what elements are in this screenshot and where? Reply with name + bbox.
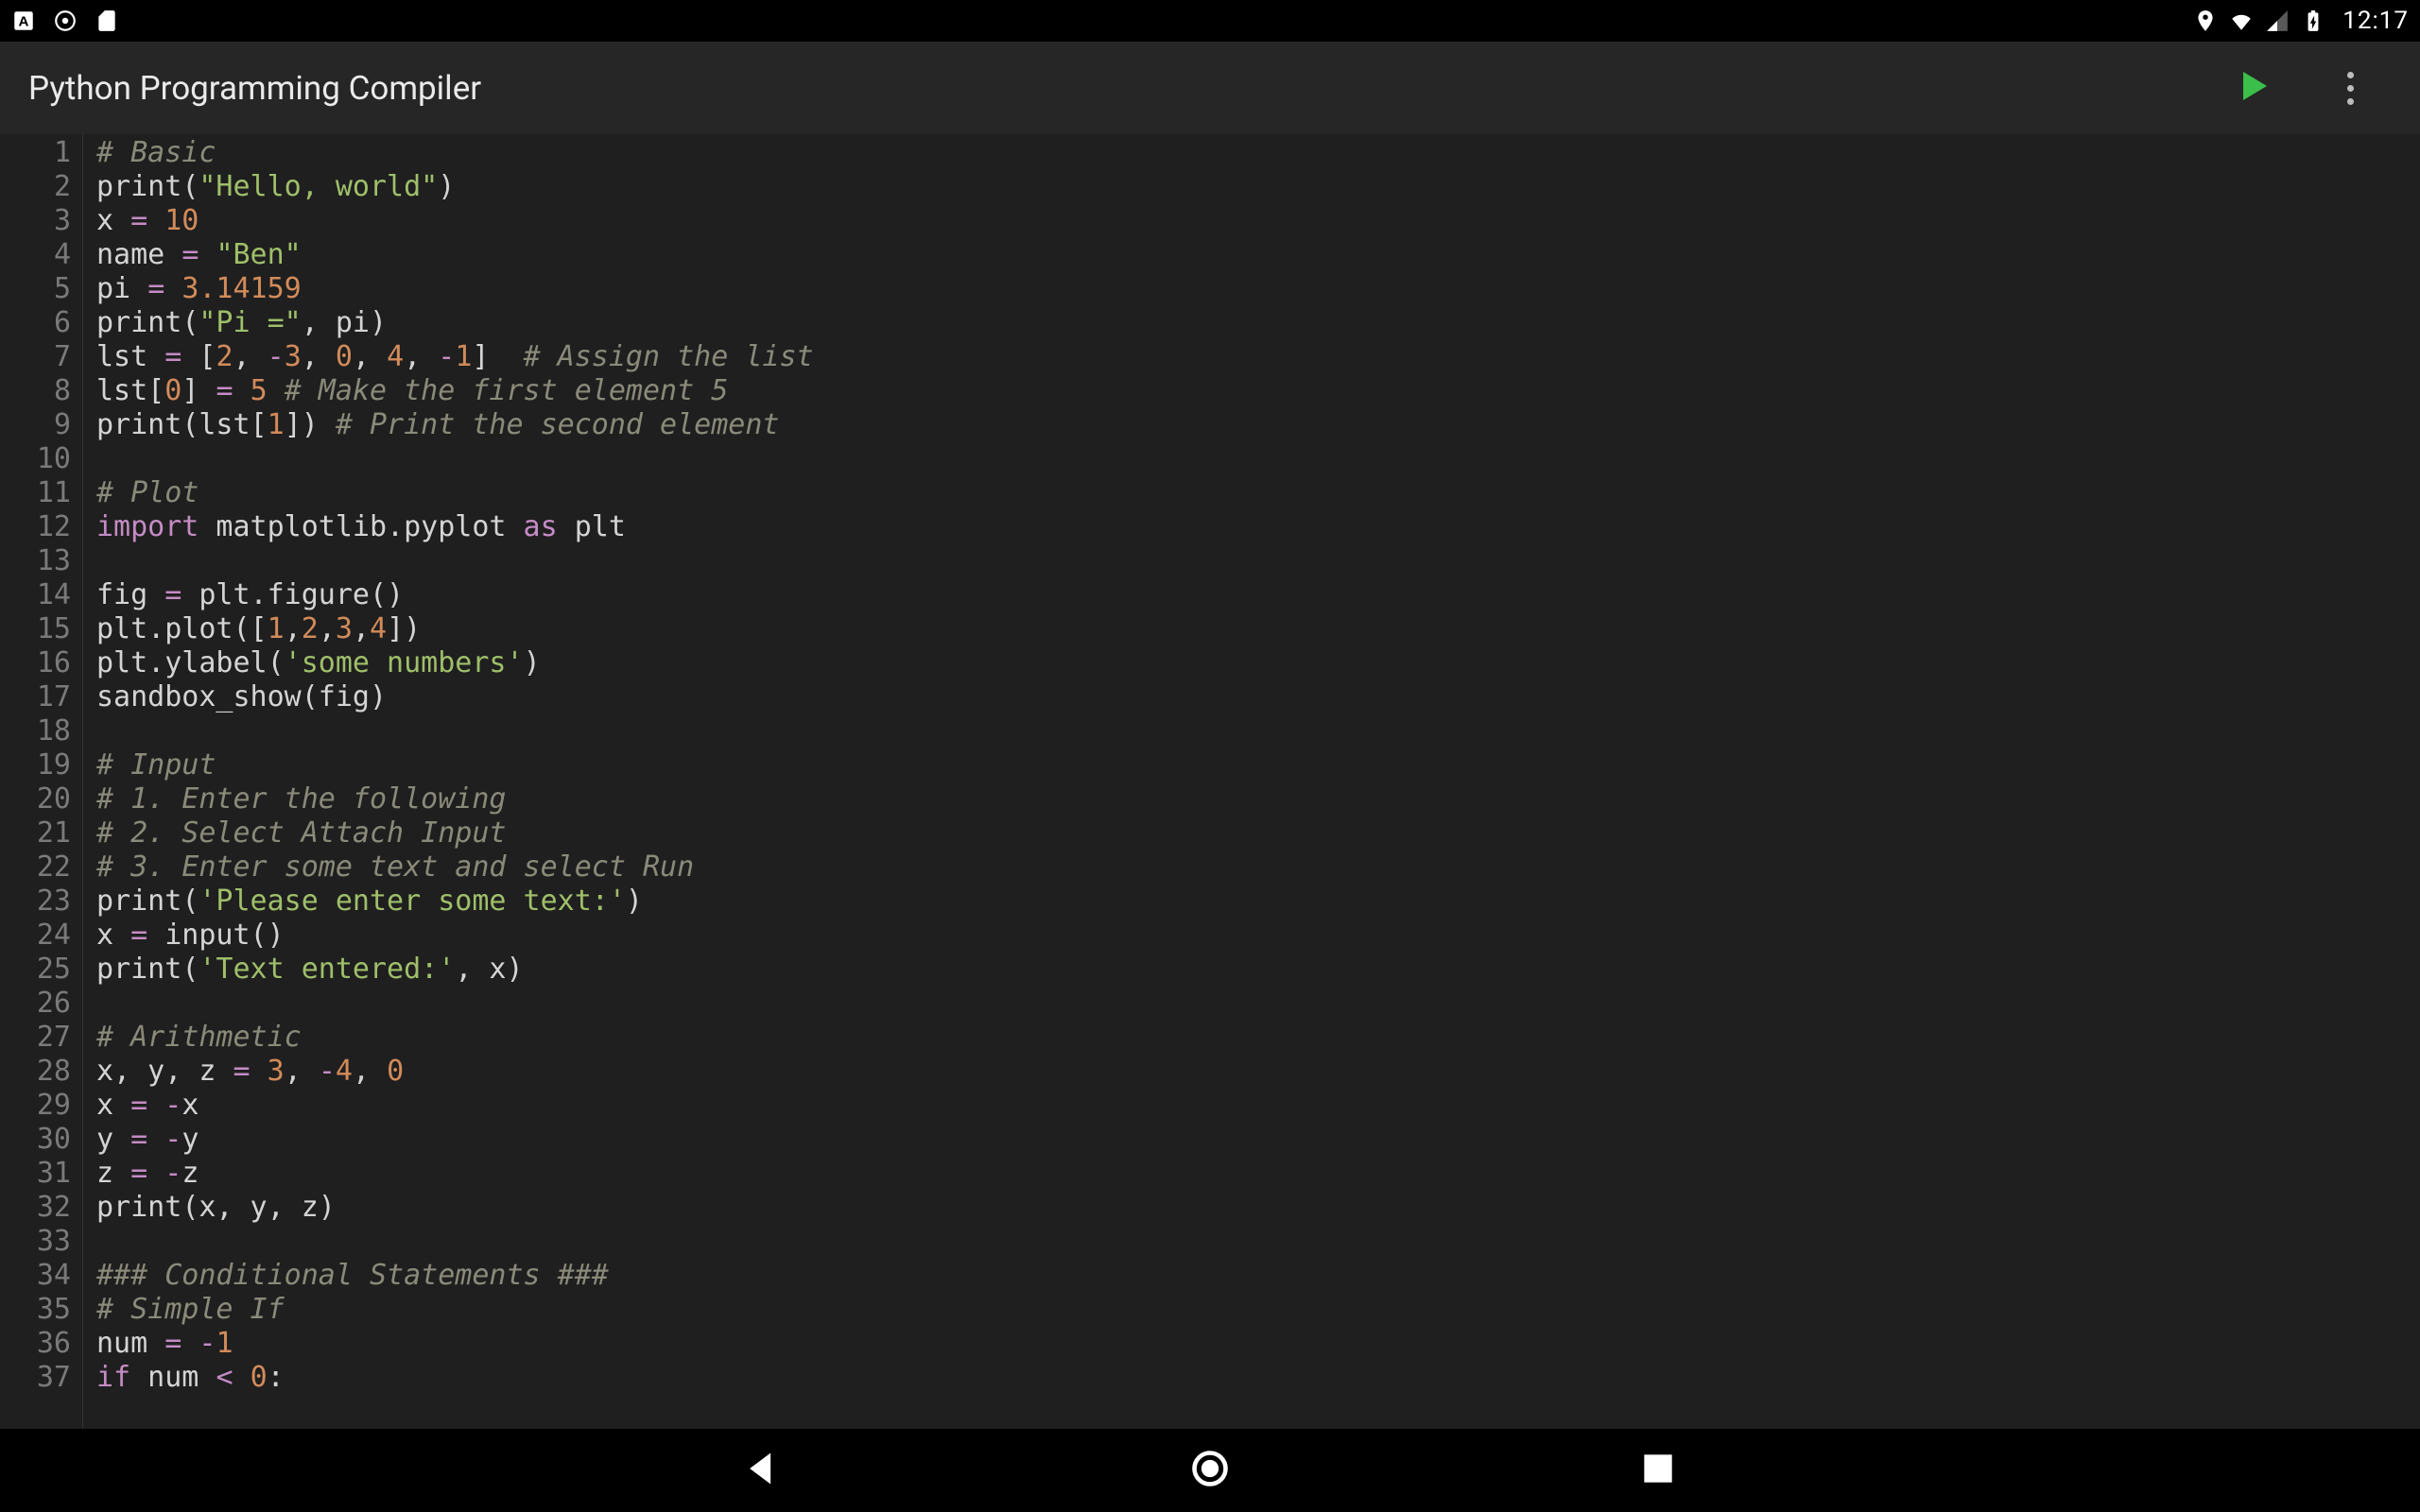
wifi-icon [2229,9,2254,33]
app-title: Python Programming Compiler [28,69,481,108]
code-line[interactable]: print("Hello, world") [96,170,814,204]
code-line[interactable]: print("Pi =", pi) [96,306,814,340]
code-line[interactable]: plt.plot([1,2,3,4]) [96,612,814,646]
location-icon [2193,9,2218,33]
code-line[interactable]: # Input [96,748,814,782]
code-line[interactable]: # Plot [96,476,814,510]
line-number: 16 [0,646,71,680]
code-line[interactable]: plt.ylabel('some numbers') [96,646,814,680]
cell-signal-icon [2265,9,2290,33]
line-number: 30 [0,1123,71,1157]
line-number: 6 [0,306,71,340]
line-number: 24 [0,919,71,953]
line-number: 11 [0,476,71,510]
code-line[interactable]: x, y, z = 3, -4, 0 [96,1055,814,1089]
code-line[interactable]: if num < 0: [96,1361,814,1395]
line-number: 33 [0,1225,71,1259]
status-left-icons: A [11,9,119,33]
code-line[interactable]: # 1. Enter the following [96,782,814,816]
line-number: 22 [0,850,71,885]
line-number: 9 [0,408,71,442]
code-line[interactable]: # Basic [96,136,814,170]
line-number: 37 [0,1361,71,1395]
svg-text:A: A [19,13,29,29]
code-line[interactable] [96,544,814,578]
android-nav-bar [0,1429,2420,1512]
code-line[interactable]: z = -z [96,1157,814,1191]
line-number: 34 [0,1259,71,1293]
code-line[interactable]: sandbox_show(fig) [96,680,814,714]
line-number: 10 [0,442,71,476]
code-line[interactable]: x = 10 [96,204,814,238]
code-line[interactable]: lst = [2, -3, 0, 4, -1] # Assign the lis… [96,340,814,374]
circle-icon [53,9,78,33]
code-line[interactable]: y = -y [96,1123,814,1157]
line-number: 17 [0,680,71,714]
code-line[interactable]: lst[0] = 5 # Make the first element 5 [96,374,814,408]
app-bar: Python Programming Compiler [0,42,2420,134]
line-number: 2 [0,170,71,204]
line-number: 7 [0,340,71,374]
line-number: 18 [0,714,71,748]
app-badge-icon: A [11,9,36,33]
status-right-icons: 12:17 [2193,7,2409,35]
line-number: 12 [0,510,71,544]
android-status-bar: A 12:17 [0,0,2420,42]
run-button[interactable] [2234,67,2272,109]
code-content[interactable]: # Basicprint("Hello, world")x = 10name =… [83,134,814,1429]
code-line[interactable]: # 3. Enter some text and select Run [96,850,814,885]
code-line[interactable]: x = input() [96,919,814,953]
line-number: 25 [0,953,71,987]
code-editor[interactable]: 1234567891011121314151617181920212223242… [0,134,2420,1429]
code-line[interactable] [96,987,814,1021]
status-clock: 12:17 [2342,7,2409,35]
battery-charging-icon [2301,9,2325,33]
code-line[interactable]: x = -x [96,1089,814,1123]
code-line[interactable]: import matplotlib.pyplot as plt [96,510,814,544]
line-number: 15 [0,612,71,646]
code-line[interactable]: pi = 3.14159 [96,272,814,306]
code-line[interactable] [96,714,814,748]
code-line[interactable]: print('Please enter some text:') [96,885,814,919]
line-number: 21 [0,816,71,850]
line-number: 35 [0,1293,71,1327]
line-number: 28 [0,1055,71,1089]
line-number: 19 [0,748,71,782]
line-number-gutter: 1234567891011121314151617181920212223242… [0,134,83,1429]
line-number: 29 [0,1089,71,1123]
line-number: 27 [0,1021,71,1055]
code-line[interactable]: ### Conditional Statements ### [96,1259,814,1293]
code-line[interactable]: fig = plt.figure() [96,578,814,612]
code-line[interactable]: # 2. Select Attach Input [96,816,814,850]
line-number: 32 [0,1191,71,1225]
line-number: 3 [0,204,71,238]
line-number: 26 [0,987,71,1021]
line-number: 36 [0,1327,71,1361]
home-button[interactable] [1189,1448,1231,1493]
code-line[interactable] [96,1225,814,1259]
line-number: 14 [0,578,71,612]
line-number: 5 [0,272,71,306]
line-number: 23 [0,885,71,919]
code-line[interactable]: num = -1 [96,1327,814,1361]
code-line[interactable]: print(lst[1]) # Print the second element [96,408,814,442]
code-line[interactable]: name = "Ben" [96,238,814,272]
code-line[interactable]: # Arithmetic [96,1021,814,1055]
code-line[interactable]: print(x, y, z) [96,1191,814,1225]
recents-button[interactable] [1637,1448,1679,1493]
back-button[interactable] [741,1448,783,1493]
code-line[interactable]: # Simple If [96,1293,814,1327]
line-number: 13 [0,544,71,578]
code-line[interactable] [96,442,814,476]
line-number: 8 [0,374,71,408]
code-line[interactable]: print('Text entered:', x) [96,953,814,987]
overflow-menu-button[interactable] [2347,72,2354,105]
sd-card-icon [95,9,119,33]
line-number: 4 [0,238,71,272]
line-number: 31 [0,1157,71,1191]
line-number: 1 [0,136,71,170]
line-number: 20 [0,782,71,816]
